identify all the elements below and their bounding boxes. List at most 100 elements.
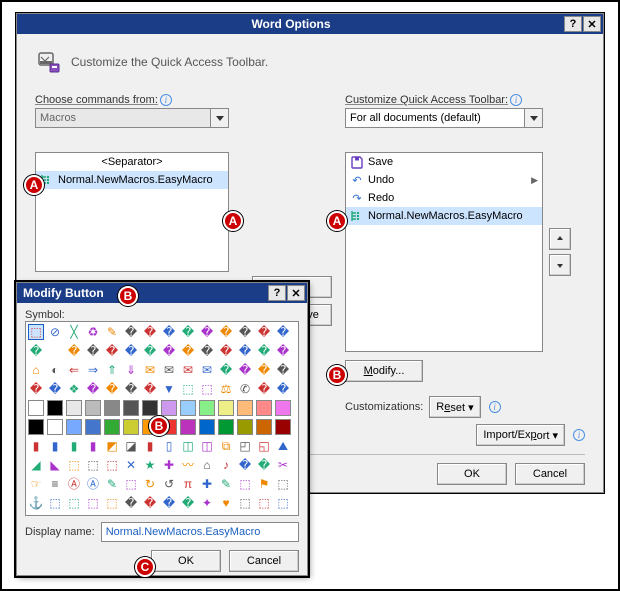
info-icon[interactable]: i <box>573 429 585 441</box>
symbol-swatch[interactable]: � <box>275 381 291 397</box>
symbol-swatch[interactable]: ⚓ <box>28 495 44 511</box>
symbol-swatch[interactable]: ◐ <box>47 362 63 378</box>
symbol-swatch[interactable] <box>237 419 253 435</box>
modify-ok-button[interactable]: OK <box>151 550 221 572</box>
commands-listbox[interactable]: <Separator> Normal.NewMacros.EasyMacro <box>35 152 229 272</box>
symbol-swatch[interactable] <box>104 400 120 416</box>
symbol-swatch[interactable]: ⊘ <box>47 324 63 340</box>
symbol-swatch[interactable]: ╳ <box>66 324 82 340</box>
symbol-swatch[interactable]: � <box>142 324 158 340</box>
symbol-swatch[interactable] <box>28 419 44 435</box>
move-down-button[interactable] <box>549 254 571 276</box>
close-button[interactable]: ✕ <box>583 16 601 32</box>
symbol-swatch[interactable]: ♪ <box>218 457 234 473</box>
symbol-swatch[interactable]: � <box>66 343 82 359</box>
choose-commands-dropdown[interactable]: Macros <box>35 108 229 128</box>
macro-item-right[interactable]: Normal.NewMacros.EasyMacro <box>346 207 542 225</box>
symbol-swatch[interactable]: ⬚ <box>104 457 120 473</box>
symbol-swatch[interactable]: ▮ <box>66 438 82 454</box>
import-export-button[interactable]: Import/Export ▾Import/Export ▾ <box>476 424 565 446</box>
symbol-swatch[interactable]: ⇐ <box>66 362 82 378</box>
symbol-swatch[interactable]: ⬚ <box>275 476 291 492</box>
symbol-swatch[interactable]: � <box>180 343 196 359</box>
symbol-swatch[interactable] <box>218 400 234 416</box>
symbol-swatch[interactable]: ✉ <box>142 362 158 378</box>
symbol-swatch[interactable]: ✎ <box>104 324 120 340</box>
symbol-swatch[interactable]: ≡ <box>47 476 63 492</box>
symbol-swatch[interactable]: � <box>123 495 139 511</box>
symbol-swatch[interactable]: � <box>104 381 120 397</box>
symbol-swatch[interactable]: � <box>123 343 139 359</box>
symbol-swatch[interactable]: � <box>161 495 177 511</box>
info-icon[interactable]: i <box>160 94 172 106</box>
help-button[interactable]: ? <box>564 16 582 32</box>
symbol-swatch[interactable]: ♥ <box>218 495 234 511</box>
symbol-swatch[interactable]: ◩ <box>104 438 120 454</box>
symbol-swatch[interactable]: ◰ <box>237 438 253 454</box>
symbol-swatch[interactable]: ◫ <box>180 438 196 454</box>
reset-button[interactable]: Reset ▾Reset ▾ <box>429 396 480 418</box>
symbol-swatch[interactable]: ⚑ <box>256 476 272 492</box>
symbol-swatch[interactable]: � <box>47 381 63 397</box>
symbol-swatch[interactable]: � <box>275 362 291 378</box>
symbol-swatch[interactable]: � <box>142 381 158 397</box>
symbol-swatch[interactable]: ◱ <box>256 438 272 454</box>
symbol-swatch[interactable]: ▼ <box>161 381 177 397</box>
symbol-swatch[interactable]: ⬚ <box>123 476 139 492</box>
symbol-swatch[interactable] <box>47 400 63 416</box>
symbol-swatch[interactable]: ⇓ <box>123 362 139 378</box>
symbol-swatch[interactable]: � <box>199 343 215 359</box>
symbol-swatch[interactable] <box>180 419 196 435</box>
symbol-swatch[interactable]: π <box>180 476 196 492</box>
symbol-swatch[interactable]: � <box>237 343 253 359</box>
qat-listbox[interactable]: Save ↶ Undo ▶ ↷ Redo <box>345 152 543 352</box>
info-icon[interactable]: i <box>489 401 501 413</box>
symbol-swatch[interactable]: ⬚ <box>47 495 63 511</box>
symbol-swatch[interactable]: ⛰ <box>275 438 291 454</box>
symbol-swatch[interactable] <box>47 343 63 359</box>
symbol-swatch[interactable]: 〰 <box>180 457 196 473</box>
symbol-swatch[interactable] <box>142 400 158 416</box>
symbol-swatch[interactable]: ▮ <box>85 438 101 454</box>
macro-item-left[interactable]: Normal.NewMacros.EasyMacro <box>36 171 228 189</box>
symbol-swatch[interactable]: ❖ <box>66 381 82 397</box>
symbol-swatch[interactable]: ↺ <box>161 476 177 492</box>
symbol-swatch[interactable] <box>275 419 291 435</box>
symbol-swatch[interactable]: ✆ <box>237 381 253 397</box>
undo-item[interactable]: ↶ Undo ▶ <box>346 171 542 189</box>
symbol-swatch[interactable]: � <box>142 495 158 511</box>
symbol-swatch[interactable]: ✂ <box>275 457 291 473</box>
symbol-swatch[interactable]: ✚ <box>199 476 215 492</box>
symbol-swatch[interactable]: ⬚ <box>85 495 101 511</box>
info-icon[interactable]: i <box>510 94 522 106</box>
symbol-swatch[interactable]: � <box>237 457 253 473</box>
symbol-swatch[interactable]: ✦ <box>199 495 215 511</box>
symbol-swatch[interactable]: ⬚ <box>85 457 101 473</box>
symbol-swatch[interactable]: ⬚ <box>199 381 215 397</box>
symbol-swatch[interactable]: � <box>123 324 139 340</box>
symbol-swatch[interactable] <box>161 400 177 416</box>
symbol-swatch[interactable]: ✉ <box>161 362 177 378</box>
cancel-button[interactable]: Cancel <box>515 463 585 485</box>
symbol-swatch[interactable]: ⌂ <box>199 457 215 473</box>
symbol-swatch[interactable]: � <box>161 343 177 359</box>
symbol-swatch[interactable]: � <box>256 324 272 340</box>
symbol-swatch[interactable]: ▮ <box>28 438 44 454</box>
symbol-swatch[interactable]: � <box>218 362 234 378</box>
symbol-swatch[interactable]: � <box>256 381 272 397</box>
symbol-swatch[interactable]: � <box>28 381 44 397</box>
symbol-swatch[interactable]: ★ <box>142 457 158 473</box>
symbol-swatch[interactable]: � <box>275 324 291 340</box>
symbol-swatch[interactable]: � <box>142 343 158 359</box>
symbol-swatch[interactable]: ✉ <box>199 362 215 378</box>
symbol-swatch[interactable] <box>180 400 196 416</box>
symbol-swatch[interactable]: � <box>28 343 44 359</box>
symbol-swatch[interactable] <box>256 400 272 416</box>
symbol-swatch[interactable]: ⬚ <box>66 495 82 511</box>
symbol-swatch[interactable]: ⬚ <box>237 495 253 511</box>
symbol-swatch[interactable]: ⬚ <box>28 324 44 340</box>
symbol-swatch[interactable] <box>199 400 215 416</box>
symbol-swatch[interactable]: ◢ <box>28 457 44 473</box>
symbol-swatch[interactable]: � <box>104 343 120 359</box>
symbol-swatch[interactable]: ⚖ <box>218 381 234 397</box>
